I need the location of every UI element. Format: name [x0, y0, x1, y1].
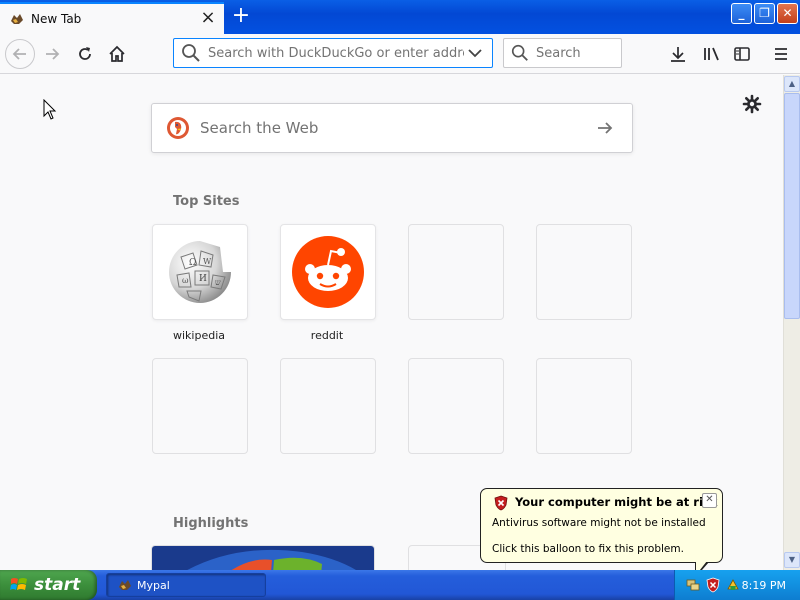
tab-new-tab[interactable]: New Tab × [0, 2, 224, 34]
minimize-icon[interactable]: _ [731, 3, 752, 24]
tab-close-icon[interactable]: × [198, 9, 218, 29]
balloon-message: Antivirus software might not be installe… [492, 517, 706, 529]
empty-top-site-slot [152, 358, 248, 454]
windows-logo-icon [10, 578, 27, 590]
restore-icon[interactable]: ❐ [754, 3, 775, 24]
search-icon [511, 44, 528, 61]
chevron-down-icon[interactable] [464, 42, 486, 64]
start-button[interactable]: start [0, 570, 97, 600]
scroll-thumb[interactable] [784, 93, 800, 319]
tab-title: New Tab [31, 12, 82, 26]
home-icon[interactable] [103, 40, 131, 68]
search-icon [182, 44, 200, 62]
library-icon[interactable] [697, 40, 725, 68]
shield-warning-icon [494, 495, 508, 511]
arrow-right-icon[interactable] [590, 118, 620, 138]
reload-icon[interactable] [71, 40, 99, 68]
web-search-input[interactable] [200, 119, 590, 137]
highlight-card[interactable] [151, 545, 375, 570]
top-site-label: wikipedia [172, 329, 225, 342]
search-bar[interactable] [503, 38, 622, 68]
svg-text:ש: ש [215, 278, 221, 287]
taskbar: start Mypal 8:19 PM [0, 570, 800, 600]
scroll-up-icon[interactable]: ▲ [784, 76, 800, 92]
taskbar-item-mypal[interactable]: Mypal [106, 573, 266, 597]
wikipedia-icon: Ω W И ω ש [169, 241, 231, 303]
empty-top-site-slot [536, 224, 632, 320]
balloon-action-text[interactable]: Click this balloon to fix this problem. [492, 543, 684, 555]
duckduckgo-icon [167, 117, 189, 139]
clock: 8:19 PM [741, 578, 786, 592]
system-tray: 8:19 PM [674, 570, 800, 600]
empty-top-site-slot [408, 224, 504, 320]
security-balloon[interactable]: Your computer might be at risk ✕ Antivir… [480, 488, 723, 563]
mypal-icon [119, 580, 131, 590]
start-label: start [34, 575, 81, 595]
svg-text:Ω: Ω [189, 258, 196, 268]
navigation-toolbar [0, 34, 800, 74]
top-site-tile-reddit[interactable] [280, 224, 376, 320]
highlight-thumbnail [152, 546, 374, 570]
close-icon[interactable]: ✕ [777, 3, 798, 24]
address-input[interactable] [208, 45, 464, 61]
svg-text:И: И [199, 274, 207, 284]
svg-text:W: W [203, 257, 212, 266]
vertical-scrollbar[interactable]: ▲ ▼ [783, 75, 800, 570]
address-bar[interactable] [173, 38, 493, 68]
balloon-title: Your computer might be at risk [515, 495, 718, 509]
gear-icon[interactable] [742, 94, 762, 114]
update-icon[interactable] [725, 577, 741, 593]
sidebar-icon[interactable] [728, 40, 756, 68]
top-site-label: reddit [310, 329, 344, 342]
empty-top-site-slot [408, 358, 504, 454]
taskbar-item-label: Mypal [137, 578, 170, 592]
back-icon[interactable] [5, 39, 35, 69]
window-controls: _ ❐ ✕ [731, 3, 798, 24]
menu-icon[interactable] [767, 40, 795, 68]
top-site-tile-wikipedia[interactable]: Ω W И ω ש [152, 224, 248, 320]
download-icon[interactable] [664, 40, 692, 68]
mypal-favicon-icon [11, 14, 23, 24]
empty-top-site-slot [280, 358, 376, 454]
highlights-title: Highlights [173, 516, 249, 531]
network-icon[interactable] [685, 577, 701, 593]
web-search-box[interactable] [151, 103, 633, 153]
empty-top-site-slot [536, 358, 632, 454]
mouse-pointer-icon [43, 99, 57, 120]
balloon-close-icon[interactable]: ✕ [702, 493, 717, 508]
security-alert-icon[interactable] [705, 577, 721, 593]
search-input[interactable] [536, 45, 616, 61]
title-bar: New Tab × + _ ❐ ✕ [0, 0, 800, 34]
svg-text:ω: ω [182, 276, 189, 285]
plus-icon[interactable]: + [228, 4, 254, 30]
forward-icon[interactable] [38, 40, 66, 68]
scroll-down-icon[interactable]: ▼ [784, 552, 800, 568]
reddit-icon [292, 236, 364, 308]
top-sites-title: Top Sites [173, 194, 240, 209]
